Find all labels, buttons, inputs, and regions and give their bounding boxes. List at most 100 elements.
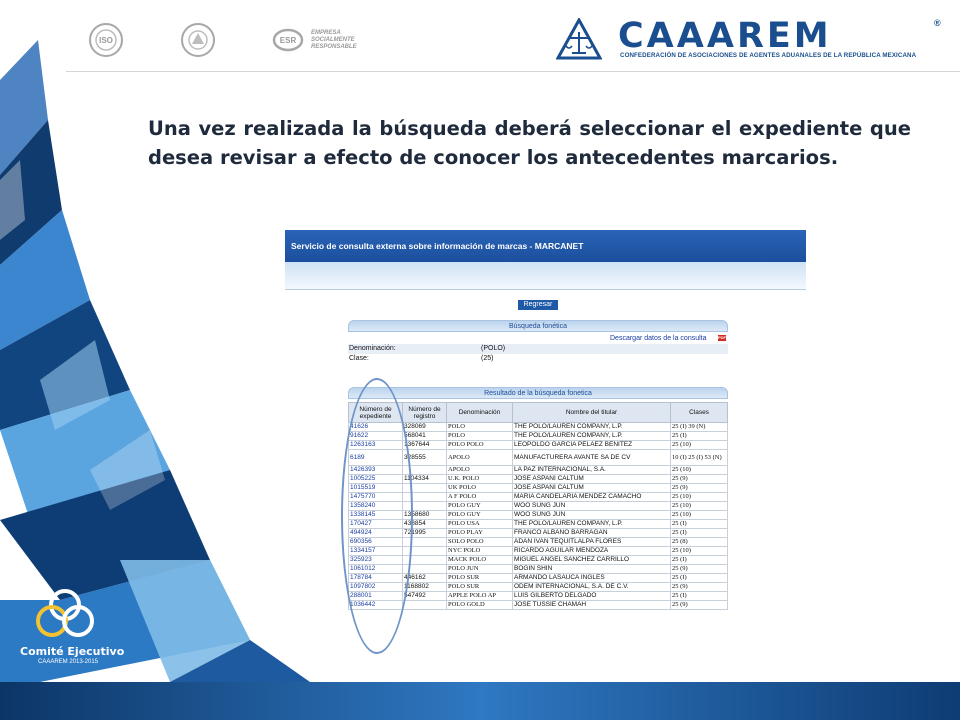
marcanet-title-bar: Servicio de consulta externa sobre infor… <box>285 230 806 262</box>
bottom-band <box>0 682 960 720</box>
esr-certification: ESR EMPRESA SOCIALMENTE RESPONSABLE <box>272 20 371 60</box>
results-panel-title: Resultado de la búsqueda fonetica <box>348 387 728 399</box>
results-header-row: Número de expediente Número de registro … <box>348 402 728 423</box>
denominacion-label: Denominación: <box>349 345 396 352</box>
col-denominacion: Denominación <box>446 402 513 423</box>
table-cell: WOO SUNG JUN <box>512 510 671 520</box>
header-divider <box>66 71 960 72</box>
table-cell: 25 (9) <box>670 564 728 574</box>
table-cell: APPLE POLO AP <box>446 591 513 601</box>
table-cell: MARIA CANDELARIA MENDEZ CAMACHO <box>512 492 671 502</box>
table-cell: 25 (I) <box>670 573 728 583</box>
svg-text:ISO: ISO <box>99 36 113 45</box>
table-cell: U.K. POLO <box>446 474 513 484</box>
ribbon-seal-icon <box>181 23 215 57</box>
search-panel-title: Búsqueda fonética <box>348 320 728 332</box>
table-cell: 547492 <box>402 591 447 601</box>
search-panel-title-text: Búsqueda fonética <box>509 323 567 330</box>
table-cell: POLO POLO <box>446 440 513 450</box>
table-cell: THE POLO/LAUREN COMPANY, L.P. <box>512 422 671 432</box>
table-cell: 25 (10) <box>670 440 728 450</box>
table-cell: 25 (9) <box>670 600 728 610</box>
table-cell: POLO <box>446 422 513 432</box>
table-cell: 25 (9) <box>670 474 728 484</box>
table-cell: 25 (I) <box>670 528 728 538</box>
table-cell: POLO JUN <box>446 564 513 574</box>
marcanet-header-band <box>285 262 806 290</box>
table-cell: 25 (10) <box>670 492 728 502</box>
table-cell: 25 (9) <box>670 582 728 592</box>
table-cell: POLO USA <box>446 519 513 529</box>
caaarem-emblem-icon <box>556 18 602 60</box>
table-cell: POLO <box>446 431 513 441</box>
table-cell: THE POLO/LAUREN COMPANY, L.P. <box>512 431 671 441</box>
brand-subtitle: CONFEDERACIÓN DE ASOCIACIONES DE AGENTES… <box>620 52 917 59</box>
clase-label: Clase: <box>349 355 369 362</box>
highlight-ellipse <box>341 378 413 654</box>
table-cell: RICARDO AGUILAR MENDOZA <box>512 546 671 556</box>
table-cell: FRANCO ALBANO BARRAGAN <box>512 528 671 538</box>
table-cell: POLO GUY <box>446 501 513 511</box>
table-cell: MANUFACTURERA AVANTE SA DE CV <box>512 449 671 466</box>
table-cell: 25 (10) <box>670 510 728 520</box>
table-cell: ODEM INTERNACIONAL, S.A. DE C.V. <box>512 582 671 592</box>
esr-logo-icon: ESR <box>272 28 304 52</box>
ribbon-certification-seal <box>180 20 216 60</box>
table-cell: POLO SUR <box>446 573 513 583</box>
denominacion-value: (POLO) <box>481 345 506 352</box>
table-cell: 1168802 <box>402 582 447 592</box>
denominacion-row: Denominación: (POLO) <box>348 344 728 354</box>
clase-row: Clase: (25) <box>348 354 728 364</box>
table-cell: 25 (10) <box>670 501 728 511</box>
table-cell: A F POLO <box>446 492 513 502</box>
back-button[interactable]: Regresar <box>518 300 558 310</box>
caaarem-brand: CAAAREM ® CONFEDERACIÓN DE ASOCIACIONES … <box>554 14 944 66</box>
comite-rings-icon <box>36 589 94 637</box>
table-cell: THE POLO/LAUREN COMPANY, L.P. <box>512 519 671 529</box>
comite-subtitle: CAAAREM 2013-2015 <box>38 659 99 665</box>
table-cell: APOLO <box>446 449 513 466</box>
table-cell: UK POLO <box>446 483 513 493</box>
table-cell: 25 (I) <box>670 555 728 565</box>
table-cell: WOO SUNG JUN <box>512 501 671 511</box>
table-cell: POLO GOLD <box>446 600 513 610</box>
main-text: Una vez realizada la búsqueda deberá sel… <box>148 117 911 169</box>
clase-value: (25) <box>481 355 494 362</box>
marcanet-title: Servicio de consulta externa sobre infor… <box>291 241 584 251</box>
table-cell: ADAN IVAN TEQUITLALPA FLORES <box>512 537 671 547</box>
table-cell: MIGUEL ANGEL SANCHEZ CARRILLO <box>512 555 671 565</box>
table-cell: 10 (I) 25 (I) 53 (N) <box>670 449 728 466</box>
table-cell: APOLO <box>446 465 513 475</box>
registered-mark: ® <box>934 18 941 28</box>
table-cell: MACK POLO <box>446 555 513 565</box>
table-cell: 25 (9) <box>670 483 728 493</box>
table-cell: JOSE ASPANI CALTUM <box>512 483 671 493</box>
table-cell: POLO PLAY <box>446 528 513 538</box>
table-cell: 25 (I) <box>670 431 728 441</box>
table-cell: 25 (10) <box>670 546 728 556</box>
table-cell: BOGIN SHIN <box>512 564 671 574</box>
table-cell: LUIS GILBERTO DELGADO <box>512 591 671 601</box>
table-cell: 25 (I) 39 (N) <box>670 422 728 432</box>
table-cell: 1367644 <box>402 440 447 450</box>
col-clases: Clases <box>670 402 728 423</box>
iso-certification-seal: ISO <box>88 20 124 60</box>
col-titular: Nombre del titular <box>512 402 671 423</box>
iso-seal-icon: ISO <box>89 23 123 57</box>
table-cell: 25 (10) <box>670 465 728 475</box>
pdf-icon[interactable]: PDF <box>718 335 726 341</box>
table-cell: ARMANDO LASAUCA INGLES <box>512 573 671 583</box>
table-row[interactable]: 1036442 POLO GOLD JOSE TUSSIE CHAMAH 25 (9) <box>348 600 728 610</box>
table-cell: JOSE ASPANI CALTUM <box>512 474 671 484</box>
table-cell: SOLO POLO <box>446 537 513 547</box>
results-panel-title-text: Resultado de la búsqueda fonetica <box>484 390 592 397</box>
col-registro: Número de registro <box>402 402 447 423</box>
table-cell: 568041 <box>402 431 447 441</box>
table-cell: 328069 <box>402 422 447 432</box>
table-cell: JOSE TUSSIE CHAMAH <box>512 600 671 610</box>
table-cell: 25 (I) <box>670 519 728 529</box>
table-cell: LEOPOLDO GARCIA PELAEZ BENITEZ <box>512 440 671 450</box>
table-cell: 25 (I) <box>670 591 728 601</box>
table-cell: POLO SUR <box>446 582 513 592</box>
download-data-link[interactable]: Descargar datos de la consulta <box>610 335 707 342</box>
